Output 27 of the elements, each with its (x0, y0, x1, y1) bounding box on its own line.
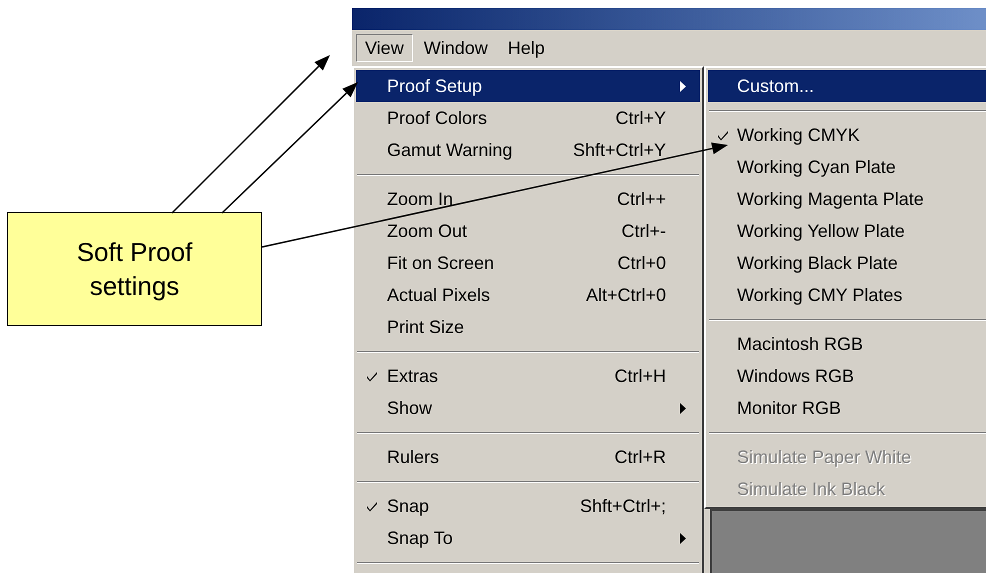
menu-item[interactable]: Working CMYK (708, 119, 986, 151)
menu-item[interactable]: Zoom In Ctrl++ (356, 183, 700, 215)
menu-item[interactable]: Proof Setup (356, 70, 700, 102)
menu-item[interactable]: Custom... (708, 70, 986, 102)
menu-item[interactable]: Monitor RGB (708, 392, 986, 424)
menu-item[interactable]: Print Size (356, 311, 700, 343)
menu-item[interactable]: Working Black Plate (708, 247, 986, 279)
menu-item[interactable]: Snap Shft+Ctrl+; (356, 490, 700, 522)
callout: Soft Proof settings (7, 212, 262, 326)
menu-bar-item[interactable]: View (356, 34, 413, 62)
menu-item[interactable]: Extras Ctrl+H (356, 360, 700, 392)
menu-bar-item[interactable]: Window (414, 34, 497, 62)
menu-item[interactable]: Windows RGB (708, 360, 986, 392)
menu-item[interactable]: Snap To (356, 522, 700, 554)
menu-item[interactable]: Fit on Screen Ctrl+0 (356, 247, 700, 279)
menu-item[interactable]: Working Yellow Plate (708, 215, 986, 247)
menu-item[interactable]: Gamut Warning Shft+Ctrl+Y (356, 134, 700, 166)
menu-item[interactable]: Working Magenta Plate (708, 183, 986, 215)
menu-item[interactable]: Zoom Out Ctrl+- (356, 215, 700, 247)
menu-item[interactable]: Working Cyan Plate (708, 151, 986, 183)
menu-item[interactable]: Show (356, 392, 700, 424)
menu-item[interactable]: Macintosh RGB (708, 328, 986, 360)
menu-item[interactable]: Working CMY Plates (708, 279, 986, 311)
menu-item[interactable]: Proof Colors Ctrl+Y (356, 102, 700, 134)
menu-bar-item[interactable]: Help (498, 34, 554, 62)
menu-item[interactable]: Actual Pixels Alt+Ctrl+0 (356, 279, 700, 311)
menu-item[interactable]: Rulers Ctrl+R (356, 441, 700, 473)
